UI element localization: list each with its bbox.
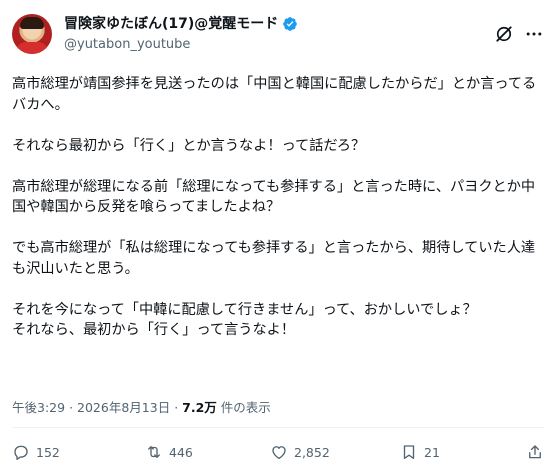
- bookmark-count: 21: [424, 444, 440, 460]
- tweet-header: 冒険家ゆたぼん(17)@覚醒モード @yutabon_youtube: [12, 14, 544, 58]
- more-icon[interactable]: [524, 24, 544, 44]
- like-count: 2,852: [294, 444, 330, 460]
- like-icon: [272, 446, 286, 460]
- verified-badge-icon[interactable]: [282, 16, 298, 32]
- share-button[interactable]: [526, 443, 544, 461]
- views-count[interactable]: 7.2万: [182, 400, 217, 415]
- reply-count: 152: [36, 444, 60, 460]
- author-info: 冒険家ゆたぼん(17)@覚醒モード @yutabon_youtube: [64, 15, 298, 54]
- repost-icon: [148, 446, 160, 458]
- reply-icon: [14, 445, 28, 460]
- tweet-meta: 午後3:29 · 2026年8月13日 · 7.2万 件の表示: [12, 397, 271, 416]
- author-handle[interactable]: @yutabon_youtube: [64, 36, 298, 54]
- author-display-name[interactable]: 冒険家ゆたぼん(17)@覚醒モード: [64, 15, 278, 33]
- views-label[interactable]: 件の表示: [221, 400, 271, 415]
- tweet-text: 高市総理が靖国参拝を見送ったのは「中国と韓国に配慮したからだ」とか言ってるバカへ…: [12, 76, 537, 338]
- grok-icon[interactable]: [494, 24, 514, 44]
- divider: [12, 427, 544, 428]
- meta-separator-2: ·: [174, 400, 179, 415]
- meta-separator: ·: [69, 400, 74, 415]
- repost-count: 446: [169, 444, 193, 460]
- like-button[interactable]: 2,852: [270, 443, 330, 461]
- tweet-time[interactable]: 午後3:29: [12, 400, 65, 415]
- tweet-date[interactable]: 2026年8月13日: [77, 400, 170, 415]
- reply-button[interactable]: 152: [12, 443, 60, 461]
- action-bar: 152 446 2,852 21: [12, 443, 544, 463]
- share-icon: [529, 445, 541, 459]
- bookmark-button[interactable]: 21: [400, 443, 440, 461]
- avatar-hair: [20, 17, 44, 29]
- avatar[interactable]: [12, 14, 52, 54]
- avatar-shirt: [16, 42, 48, 54]
- repost-button[interactable]: 446: [145, 443, 193, 461]
- author-display-name-row[interactable]: 冒険家ゆたぼん(17)@覚醒モード: [64, 15, 298, 33]
- bookmark-icon: [403, 445, 415, 460]
